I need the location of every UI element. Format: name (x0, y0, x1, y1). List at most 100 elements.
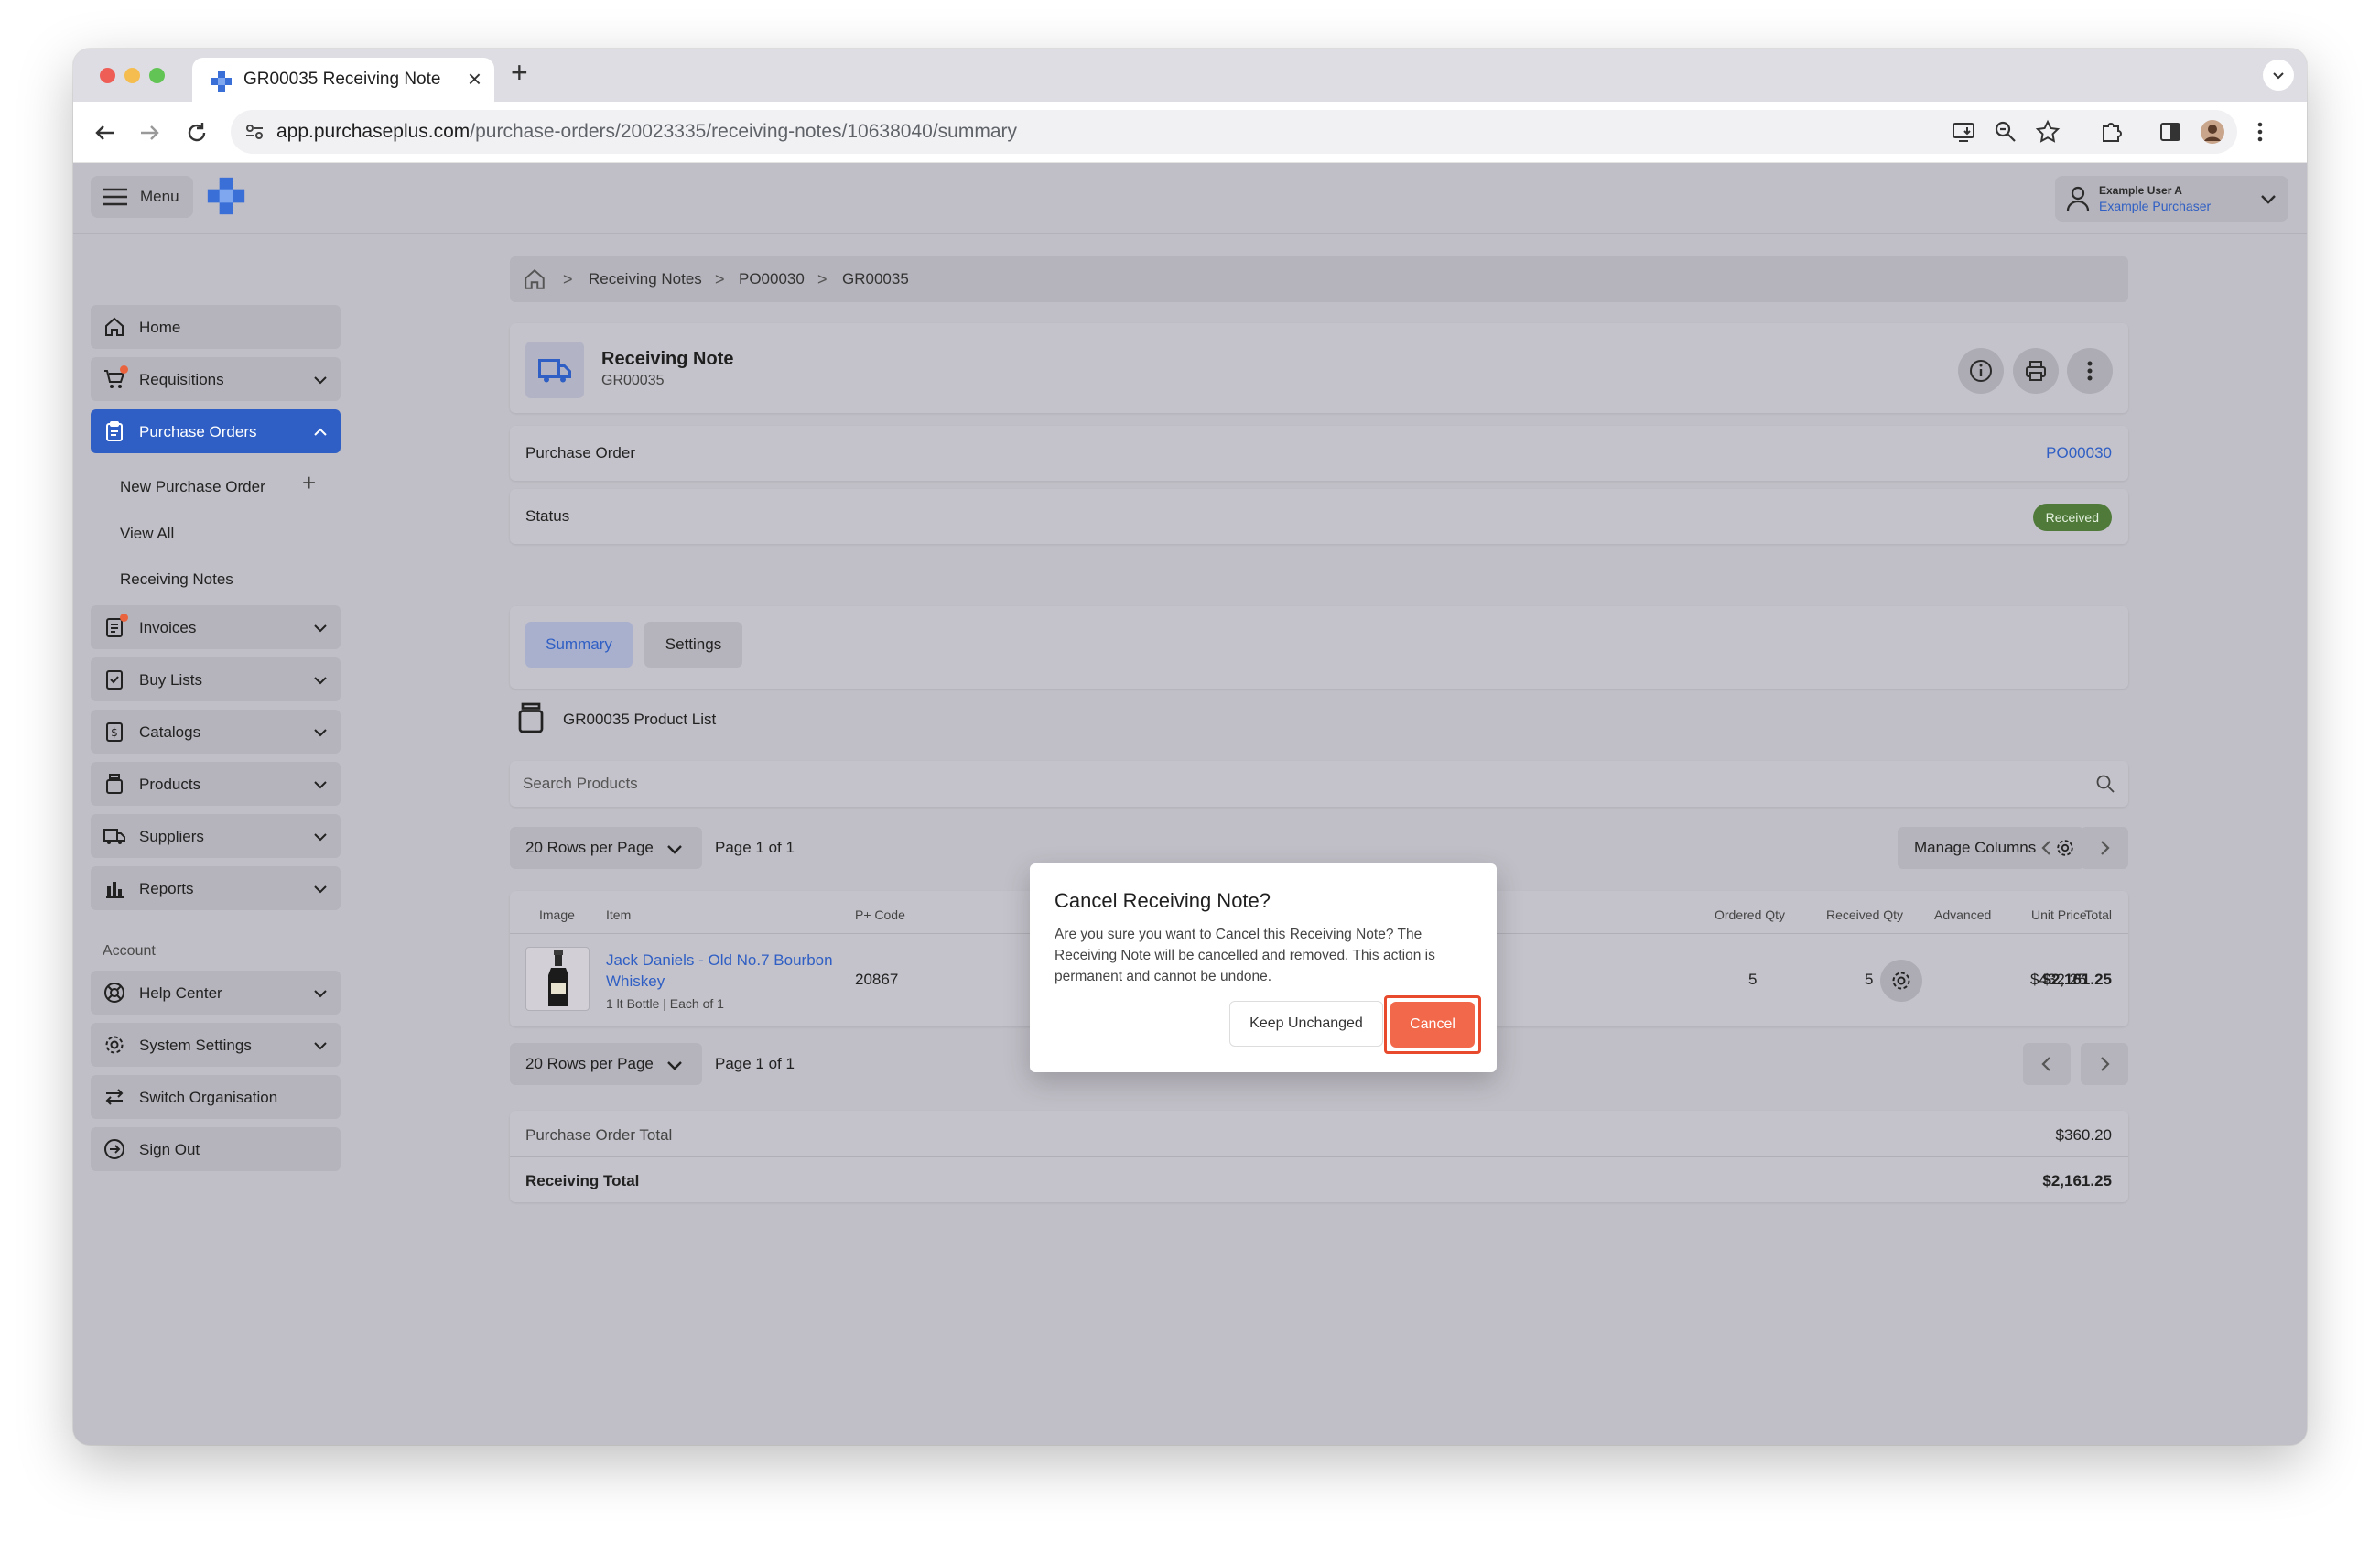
tab-search-button[interactable] (2263, 60, 2294, 91)
rows-per-page-select-bottom[interactable]: 20 Rows per Page (510, 1043, 702, 1085)
sidebar-subitem-receiving-notes[interactable]: Receiving Notes (120, 570, 233, 589)
app-header: Menu Example User A Example Purchaser (73, 163, 2307, 234)
sidebar-item-label: Buy Lists (139, 671, 202, 689)
next-page-button-bottom[interactable] (2081, 1043, 2128, 1085)
sidebar-item-invoices[interactable]: Invoices (91, 605, 341, 649)
breadcrumb-receiving-notes[interactable]: Receiving Notes (589, 270, 702, 288)
print-button[interactable] (2013, 348, 2059, 394)
sidebar-item-switch-organisation[interactable]: Switch Organisation (91, 1075, 341, 1119)
purchaseplus-favicon-icon (211, 71, 232, 92)
add-purchase-order-icon[interactable]: + (302, 469, 316, 497)
sidebar-item-buy-lists[interactable]: Buy Lists (91, 657, 341, 701)
forward-arrow-icon[interactable] (135, 119, 163, 147)
chevron-left-icon (2041, 1057, 2050, 1071)
minimize-window-button[interactable] (124, 68, 140, 83)
sidebar-subitem-new-purchase-order[interactable]: New Purchase Order (120, 478, 265, 496)
tab-summary[interactable]: Summary (525, 622, 633, 668)
user-icon (2066, 186, 2090, 212)
maximize-window-button[interactable] (149, 68, 165, 83)
lifebuoy-icon (104, 983, 124, 1003)
search-icon[interactable] (2095, 774, 2115, 794)
breadcrumb: > Receiving Notes > PO00030 > GR00035 (510, 256, 2128, 302)
chevron-up-icon (314, 428, 327, 436)
page-info: Page 1 of 1 (715, 839, 795, 856)
home-icon[interactable] (523, 267, 546, 291)
sidebar-item-catalogs[interactable]: $ Catalogs (91, 710, 341, 754)
close-window-button[interactable] (100, 68, 115, 83)
po-total-value: $360.20 (2055, 1126, 2112, 1144)
sidebar-item-requisitions[interactable]: Requisitions (91, 357, 341, 401)
kebab-menu-icon (2087, 361, 2093, 381)
chevron-down-icon (314, 624, 327, 633)
totals-card: Purchase Order Total $360.20 Receiving T… (510, 1111, 2128, 1202)
product-ordered-qty: 5 (1748, 971, 1758, 988)
profile-avatar-icon[interactable] (2199, 118, 2226, 146)
search-products-input[interactable]: Search Products (510, 761, 2128, 807)
manage-columns-label: Manage Columns (1914, 839, 2037, 856)
site-settings-icon[interactable] (243, 121, 265, 143)
advanced-settings-button[interactable] (1880, 960, 1922, 1002)
browser-menu-icon[interactable] (2246, 118, 2274, 146)
more-options-button[interactable] (2067, 348, 2113, 394)
home-icon (105, 317, 124, 336)
keep-unchanged-button[interactable]: Keep Unchanged (1229, 1001, 1383, 1047)
sidebar-item-reports[interactable]: Reports (91, 866, 341, 910)
sidebar-item-sign-out[interactable]: Sign Out (91, 1127, 341, 1171)
extensions-puzzle-icon[interactable] (2098, 118, 2126, 146)
product-name-link[interactable]: Jack Daniels - Old No.7 Bourbon Whiskey (606, 950, 844, 992)
chevron-left-icon (2041, 841, 2050, 855)
sidebar-item-label: Products (139, 776, 201, 793)
confirm-cancel-button[interactable]: Cancel (1390, 1002, 1475, 1048)
prev-page-button[interactable] (2023, 827, 2071, 869)
new-tab-button[interactable]: + (511, 56, 528, 90)
sidebar-item-help-center[interactable]: Help Center (91, 971, 341, 1015)
tab-close-icon[interactable]: × (468, 65, 481, 93)
column-header-pcode[interactable]: P+ Code (855, 907, 905, 922)
zoom-icon[interactable] (1992, 118, 2019, 146)
next-page-button[interactable] (2081, 827, 2128, 869)
column-header-total[interactable]: Total (2084, 907, 2112, 922)
reload-icon[interactable] (183, 119, 211, 147)
browser-tab-active[interactable]: GR00035 Receiving Note × (192, 58, 494, 102)
url-path: /purchase-orders/20023335/receiving-note… (470, 121, 1017, 142)
menu-button[interactable]: Menu (91, 176, 193, 218)
chevron-down-icon (314, 677, 327, 685)
chevron-down-icon (314, 1042, 327, 1050)
rows-per-page-select[interactable]: 20 Rows per Page (510, 827, 702, 869)
prev-page-button-bottom[interactable] (2023, 1043, 2071, 1085)
column-header-received-qty[interactable]: Received Qty (1826, 907, 1903, 922)
sidebar-item-home[interactable]: Home (91, 305, 341, 349)
sidebar-item-label: Invoices (139, 619, 197, 636)
sidebar-item-purchase-orders[interactable]: Purchase Orders (91, 409, 341, 453)
sidebar-item-label: Requisitions (139, 371, 224, 388)
sidebar-subitem-view-all[interactable]: View All (120, 525, 174, 543)
breadcrumb-separator: > (563, 270, 573, 288)
bookmark-star-icon[interactable] (2034, 118, 2061, 146)
column-header-item[interactable]: Item (606, 907, 631, 922)
hamburger-icon (103, 188, 127, 206)
breadcrumb-po[interactable]: PO00030 (739, 270, 805, 288)
column-header-ordered-qty[interactable]: Ordered Qty (1715, 907, 1785, 922)
purchaseplus-logo-icon[interactable] (206, 176, 246, 216)
sidebar-item-suppliers[interactable]: Suppliers (91, 814, 341, 858)
chevron-right-icon (2101, 841, 2110, 855)
user-menu[interactable]: Example User A Example Purchaser (2055, 176, 2288, 222)
tab-settings[interactable]: Settings (644, 622, 742, 668)
column-header-unit-price[interactable]: Unit Price (2031, 907, 2087, 922)
gear-icon (105, 1036, 124, 1054)
back-arrow-icon[interactable] (92, 119, 119, 147)
chevron-down-icon (314, 885, 327, 894)
chevron-down-icon (2261, 195, 2276, 204)
sidebar-item-label: Sign Out (139, 1141, 200, 1158)
sidebar-item-system-settings[interactable]: System Settings (91, 1023, 341, 1067)
info-icon (1970, 360, 1992, 382)
address-bar[interactable]: app.purchaseplus.com/purchase-orders/200… (231, 110, 2237, 154)
purchase-order-link[interactable]: PO00030 (2046, 444, 2112, 462)
chevron-down-icon (314, 990, 327, 998)
info-button[interactable] (1958, 348, 2004, 394)
install-app-icon[interactable] (1950, 118, 1977, 146)
side-panel-icon[interactable] (2157, 118, 2184, 146)
sidebar-item-products[interactable]: Products (91, 762, 341, 806)
url-host: app.purchaseplus.com (276, 121, 471, 142)
dollar-document-icon: $ (106, 722, 123, 742)
